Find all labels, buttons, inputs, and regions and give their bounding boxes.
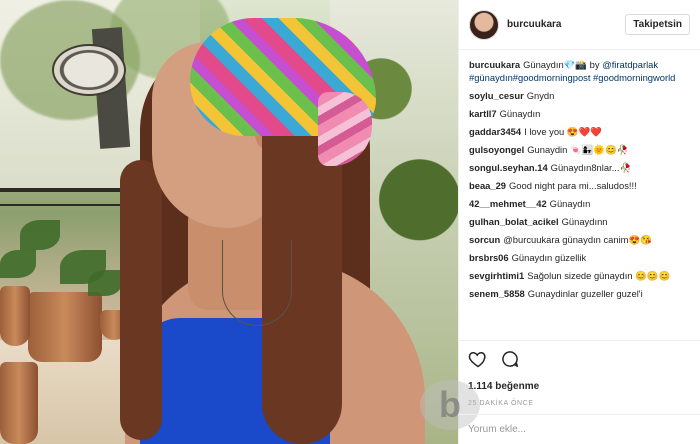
follow-button[interactable]: Takipetsin (625, 14, 690, 35)
comment: sevgirhtimi1 Sağolun sizede günaydın 😊😊😊 (469, 269, 690, 282)
comment-username[interactable]: gaddar3454 (469, 126, 521, 137)
post-timestamp: 25 DAKİKA ÖNCE (468, 400, 534, 407)
comment: senem_5858 Gunaydinlar guzeller guzel'i (469, 287, 690, 300)
comment: sorcun @burcuukara günaydın canim😍😘 (469, 233, 690, 246)
comment-text: Günaydın güzellik (511, 252, 587, 263)
plant-leaf (20, 220, 60, 250)
comment-text: Gunaydinlar guzeller guzel'i (527, 288, 643, 299)
comment-username[interactable]: gulsoyongel (469, 144, 524, 155)
comment-username[interactable]: gulhan_bolat_acikel (469, 216, 559, 227)
caption-username[interactable]: burcuukara (469, 59, 520, 70)
caption-hashtags[interactable]: #günaydın#goodmorningpost #goodmorningwo… (469, 72, 675, 83)
comment: gaddar3454 I love you 😍❤️❤️ (469, 125, 690, 138)
comment-text: Günaydınn (561, 216, 608, 227)
comment-list[interactable]: burcuukara Günaydın💎📸 by @firatdparlak #g… (459, 50, 700, 332)
comment-text: Günaydın (549, 198, 591, 209)
flower-pot (0, 286, 30, 346)
action-icons (468, 349, 690, 371)
necklace (222, 240, 292, 326)
comment-text: Günaydın8nlar...🥀 (550, 162, 632, 173)
like-count[interactable]: 1.114 beğenme (468, 381, 690, 392)
comment: gulhan_bolat_acikel Günaydınn (469, 215, 690, 228)
plant-leaf (88, 270, 122, 296)
post-header: burcuukara Takipetsin (459, 0, 700, 50)
comment-icon[interactable] (500, 349, 520, 371)
comment-username[interactable]: soylu_cesur (469, 90, 524, 101)
heart-icon[interactable] (468, 349, 488, 371)
post-actions: 1.114 beğenme 25 DAKİKA ÖNCE (458, 340, 700, 407)
comment-text: Gunaydin 🍬👩‍👧🌞😊🥀 (527, 144, 629, 155)
comment-username[interactable]: sevgirhtimi1 (469, 270, 524, 281)
comment-username[interactable]: sorcun (469, 234, 500, 245)
comment-text: @burcuukara günaydın canim😍😘 (503, 234, 652, 245)
comment-username[interactable]: senem_5858 (469, 288, 525, 299)
caption-text: Günaydın💎📸 by (523, 59, 600, 70)
comment: kartll7 Günaydın (469, 107, 690, 120)
comment-username[interactable]: beaa_29 (469, 180, 506, 191)
post-username[interactable]: burcuukara (507, 19, 625, 30)
comment: beaa_29 Good night para mi...saludos!!! (469, 179, 690, 192)
comment: gulsoyongel Gunaydin 🍬👩‍👧🌞😊🥀 (469, 143, 690, 156)
comment-text: Gnydn (526, 90, 555, 101)
avatar[interactable] (469, 9, 499, 40)
flower-pot (0, 362, 38, 444)
comment-text: I love you 😍❤️❤️ (524, 126, 602, 137)
caption: burcuukara Günaydın💎📸 by @firatdparlak #g… (469, 58, 690, 84)
comment-username[interactable]: songul.seyhan.14 (469, 162, 548, 173)
comment-username[interactable]: brsbrs06 (469, 252, 509, 263)
add-comment-input[interactable]: Yorum ekle... (458, 414, 700, 444)
hair (120, 160, 162, 440)
comment: brsbrs06 Günaydın güzellik (469, 251, 690, 264)
comment: soylu_cesur Gnydn (469, 89, 690, 102)
caption-mention[interactable]: @firatdparlak (602, 59, 658, 70)
plant-leaf (0, 250, 36, 278)
comment-username[interactable]: 42__mehmet__42 (469, 198, 547, 209)
post-photo[interactable] (0, 0, 458, 444)
comment: songul.seyhan.14 Günaydın8nlar...🥀 (469, 161, 690, 174)
comment-username[interactable]: kartll7 (469, 108, 497, 119)
comment-text: Sağolun sizede günaydın 😊😊😊 (527, 270, 671, 281)
comment: 42__mehmet__42 Günaydın (469, 197, 690, 210)
comment-text: Günaydın (499, 108, 541, 119)
comment-text: Good night para mi...saludos!!! (509, 180, 637, 191)
background-sign (52, 44, 126, 96)
flower-pot (28, 292, 102, 362)
